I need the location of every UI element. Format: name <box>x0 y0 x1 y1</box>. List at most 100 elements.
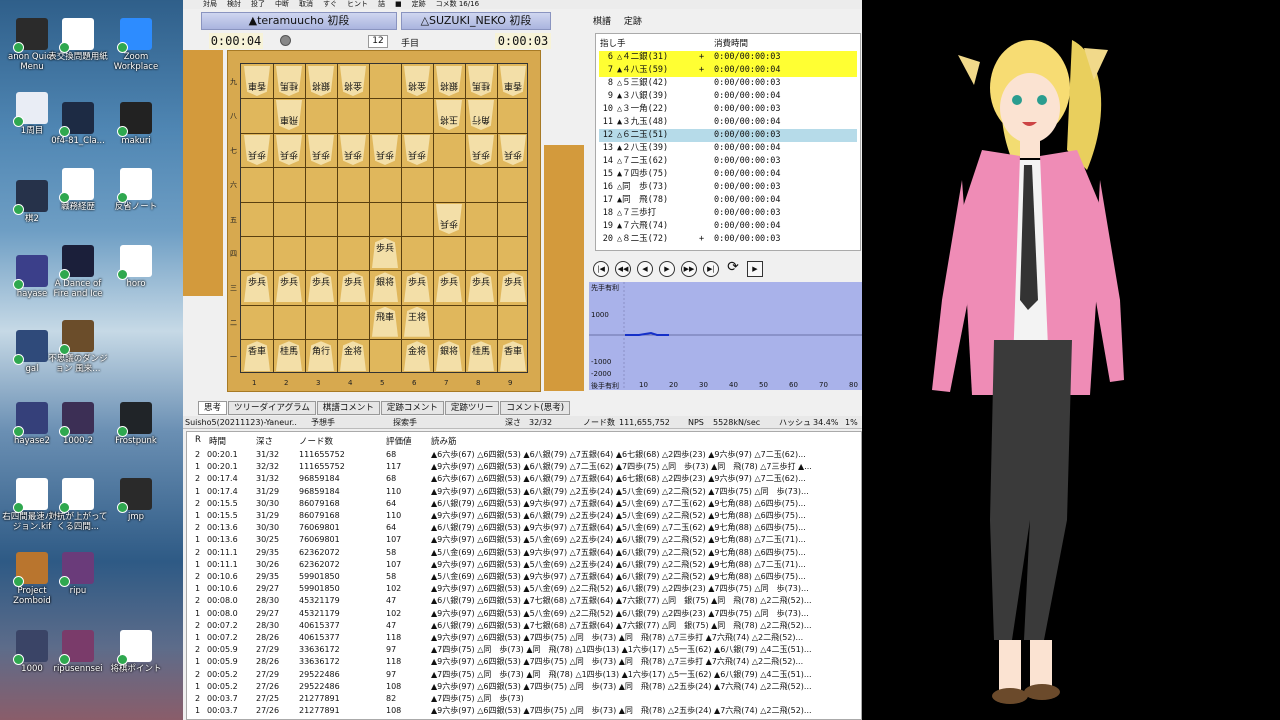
desktop-icon[interactable]: 将棋ポイント <box>106 630 166 674</box>
think-row[interactable]: 2 00:05.9 27/29 33636172 97 ▲7四歩(75) △同 歩(73)… <box>187 644 861 656</box>
desktop-icon[interactable]: 表交換問題用紙 <box>48 18 108 62</box>
shogi-piece[interactable]: 歩兵 <box>500 272 526 303</box>
shogi-piece[interactable]: 歩兵 <box>308 135 334 165</box>
toolbar-item[interactable]: 対局 <box>203 0 217 8</box>
think-row[interactable]: 1 00:10.6 29/27 59901850 102 ▲9六歩(97) △6四銀(53… <box>187 583 861 595</box>
shogi-piece[interactable]: 銀将 <box>436 66 462 96</box>
shogi-piece[interactable]: 歩兵 <box>404 272 430 303</box>
board-grid[interactable]: 香車 桂馬 銀将 金将 金将 銀将 桂馬 香車 飛車 玉将 角行 歩兵 歩兵 歩兵 歩兵 歩兵 歩兵 歩兵 歩兵 歩兵… <box>240 63 528 373</box>
shogi-piece[interactable]: 金将 <box>340 341 366 372</box>
think-row[interactable]: 1 00:15.5 31/29 86079168 110 ▲9六歩(97) △6四銀(53… <box>187 510 861 522</box>
desktop-icon[interactable]: ripusennsei <box>48 630 108 674</box>
shogi-piece[interactable]: 歩兵 <box>340 135 366 165</box>
shogi-piece[interactable]: 歩兵 <box>340 272 366 303</box>
shogi-piece[interactable]: 歩兵 <box>404 135 430 165</box>
toolbar-item[interactable]: コメ数 16/16 <box>436 0 479 8</box>
shogi-piece[interactable]: 桂馬 <box>468 341 494 372</box>
tab-joseki[interactable]: 定跡 <box>624 17 642 27</box>
shogi-piece[interactable]: 歩兵 <box>276 135 302 165</box>
think-row[interactable]: 1 00:05.2 27/26 29522486 108 ▲9六歩(97) △6四銀(53… <box>187 681 861 693</box>
desktop-icon[interactable]: 不思議のダンジョン 風来... <box>48 320 108 374</box>
think-row[interactable]: 1 00:11.1 30/26 62362072 107 ▲9六歩(97) △6四銀(53… <box>187 559 861 571</box>
shogi-piece[interactable]: 角行 <box>468 100 494 130</box>
toolbar-item[interactable]: 取消 <box>299 0 313 8</box>
shogi-piece[interactable]: 金将 <box>340 66 366 96</box>
think-row[interactable]: 2 00:07.2 28/30 40615377 47 ▲6八銀(79) △6四銀(53)… <box>187 620 861 632</box>
shogi-piece[interactable]: 玉将 <box>436 100 462 130</box>
shogi-piece[interactable]: 銀将 <box>372 272 398 303</box>
bottom-tab[interactable]: 定跡ツリー <box>444 401 500 415</box>
shogi-piece[interactable]: 歩兵 <box>372 135 398 165</box>
think-row[interactable]: 1 00:07.2 28/26 40615377 118 ▲9六歩(97) △6四銀(53… <box>187 632 861 644</box>
shogi-piece[interactable]: 歩兵 <box>276 272 302 303</box>
kifu-list[interactable]: 指し手 消費時間 6 △４二銀(31) 0:00/00:00:03 +7 ▲４八玉(59… <box>595 33 861 251</box>
shogi-piece[interactable]: 歩兵 <box>372 238 398 268</box>
kifu-row[interactable]: 9 ▲３八銀(39) 0:00/00:00:04 <box>599 90 857 103</box>
desktop-icon[interactable]: 対抗が上がってくる四間... <box>48 478 108 532</box>
kifu-row[interactable]: 6 △４二銀(31) 0:00/00:00:03 + <box>599 51 857 64</box>
evaluation-graph[interactable]: 先手有利 1000 -1000 -2000 後手有利 10 20 30 40 50 60 7… <box>589 282 862 390</box>
think-row[interactable]: 2 00:08.0 28/30 45321179 47 ▲6八銀(79) △6四銀(53)… <box>187 595 861 607</box>
shogi-piece[interactable]: 飛車 <box>276 100 302 130</box>
shogi-piece[interactable]: 桂馬 <box>276 341 302 372</box>
shogi-piece[interactable]: 歩兵 <box>468 135 494 165</box>
kifu-row[interactable]: 11 ▲３九玉(48) 0:00/00:00:04 <box>599 116 857 129</box>
bottom-tab[interactable]: 思考 <box>198 401 228 415</box>
shogi-piece[interactable]: 歩兵 <box>500 135 526 165</box>
think-row[interactable]: 1 00:17.4 31/29 96859184 110 ▲9六歩(97) △6四銀(53… <box>187 486 861 498</box>
bottom-tab[interactable]: 定跡コメント <box>380 401 444 415</box>
toolbar-item[interactable]: ■ <box>395 0 402 8</box>
back-10-button[interactable]: ◀◀ <box>615 261 631 277</box>
flip-board-icon[interactable]: ⟳ <box>725 260 741 276</box>
desktop-icon[interactable]: makuri <box>106 102 166 146</box>
toolbar-item[interactable]: 詰 <box>378 0 385 8</box>
shogi-piece[interactable]: 歩兵 <box>468 272 494 303</box>
kifu-row[interactable]: 17 ▲同 飛(78) 0:00/00:00:04 <box>599 194 857 207</box>
shogi-piece[interactable]: 銀将 <box>436 341 462 372</box>
desktop-icon[interactable]: A Dance of Fire and Ice <box>48 245 108 299</box>
move-number-field[interactable]: 12 <box>368 35 388 48</box>
think-row[interactable]: 1 00:13.6 30/25 76069801 107 ▲9六歩(97) △6四銀(53… <box>187 534 861 546</box>
desktop-icon[interactable]: 0f4-81_Cla... <box>48 102 108 146</box>
desktop-icon[interactable]: ripu <box>48 552 108 596</box>
shogi-piece[interactable]: 歩兵 <box>436 204 462 234</box>
kifu-row[interactable]: 15 ▲７四歩(75) 0:00/00:00:04 <box>599 168 857 181</box>
shogi-piece[interactable]: 香車 <box>244 341 270 372</box>
kifu-row[interactable]: 8 △５三銀(42) 0:00/00:00:03 <box>599 77 857 90</box>
last-move-button[interactable]: ▶| <box>703 261 719 277</box>
shogi-piece[interactable]: 王将 <box>404 306 430 337</box>
think-row[interactable]: 2 00:05.2 27/29 29522486 97 ▲7四歩(75) △同 歩(73)… <box>187 669 861 681</box>
bottom-tab[interactable]: ツリーダイアグラム <box>228 401 316 415</box>
shogi-piece[interactable]: 銀将 <box>308 66 334 96</box>
shogi-piece[interactable]: 香車 <box>500 341 526 372</box>
play-icon[interactable]: ▶ <box>747 261 763 277</box>
think-row[interactable]: 2 00:15.5 30/30 86079168 64 ▲6八銀(79) △6四銀(53)… <box>187 498 861 510</box>
toolbar-item[interactable]: ヒント <box>347 0 368 8</box>
think-row[interactable]: 2 00:10.6 29/35 59901850 58 ▲5八金(69) △6四銀(53)… <box>187 571 861 583</box>
bottom-tab[interactable]: コメント(思考) <box>500 401 571 415</box>
shogi-piece[interactable]: 桂馬 <box>468 66 494 96</box>
desktop-icon[interactable]: Zoom Workplace <box>106 18 166 72</box>
toolbar-item[interactable]: 定跡 <box>412 0 426 8</box>
shogi-board[interactable]: 香車 桂馬 銀将 金将 金将 銀将 桂馬 香車 飛車 玉将 角行 歩兵 歩兵 歩兵 歩兵 歩兵 歩兵 歩兵 歩兵 歩兵… <box>227 50 541 392</box>
kifu-row[interactable]: 10 △３一角(22) 0:00/00:00:03 <box>599 103 857 116</box>
bottom-tab[interactable]: 棋譜コメント <box>316 401 380 415</box>
forward-button[interactable]: ▶ <box>659 261 675 277</box>
think-row[interactable]: 2 00:20.1 31/32 111655752 68 ▲6六歩(67) △6四銀(53… <box>187 449 861 461</box>
desktop-icon[interactable]: horo <box>106 245 166 289</box>
shogi-piece[interactable]: 角行 <box>308 341 334 372</box>
shogi-piece[interactable]: 歩兵 <box>308 272 334 303</box>
forward-10-button[interactable]: ▶▶ <box>681 261 697 277</box>
shogi-piece[interactable]: 歩兵 <box>244 135 270 165</box>
kifu-row[interactable]: 20 △８二玉(72) 0:00/00:00:03 + <box>599 233 857 246</box>
shogi-piece[interactable]: 香車 <box>244 66 270 96</box>
desktop-icon[interactable]: 職務経歴 <box>48 168 108 212</box>
think-row[interactable]: 1 00:05.9 28/26 33636172 118 ▲9六歩(97) △6四銀(53… <box>187 656 861 668</box>
toolbar-item[interactable]: 投了 <box>251 0 265 8</box>
think-row[interactable]: 1 00:03.7 27/26 21277891 108 ▲9六歩(97) △6四銀(53… <box>187 705 861 717</box>
kifu-row[interactable]: 14 △７二玉(62) 0:00/00:00:03 <box>599 155 857 168</box>
shogi-piece[interactable]: 香車 <box>500 66 526 96</box>
back-button[interactable]: ◀ <box>637 261 653 277</box>
thinking-output-table[interactable]: R 時間 深さ ノード数 評価値 読み筋 2 00:20.1 31/32 111655… <box>186 431 862 720</box>
desktop-icon[interactable]: 反省ノート <box>106 168 166 212</box>
